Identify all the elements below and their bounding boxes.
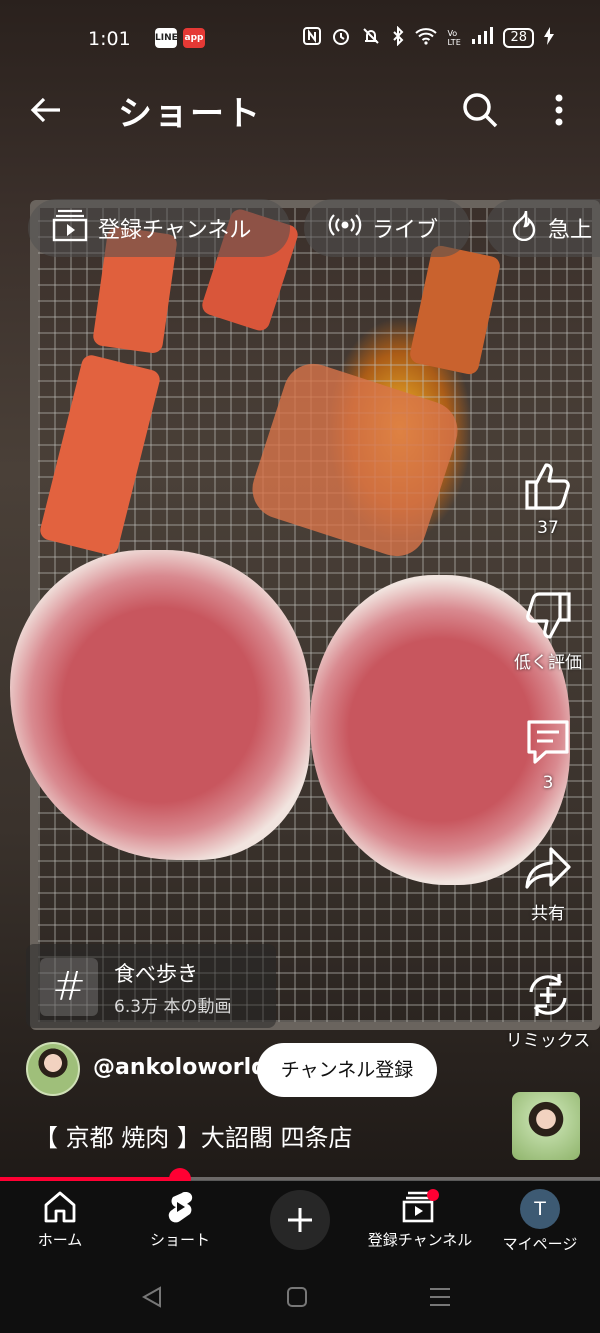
status-bar: 1:01 LINE app VoLTE 28	[0, 0, 600, 80]
subscriptions-icon	[360, 1189, 480, 1225]
alarm-icon	[331, 26, 351, 50]
thumbs-up-icon	[498, 460, 598, 512]
hashtag-name: 食べ歩き	[114, 962, 198, 986]
nav-label: マイページ	[502, 1235, 578, 1253]
search-icon[interactable]	[458, 88, 502, 132]
nav-label: ショート	[149, 1231, 210, 1249]
chip-label: ライブ	[372, 218, 439, 243]
video-title[interactable]: 【 京都 焼肉 】大詔閣 四条店	[34, 1118, 353, 1153]
nav-mypage[interactable]: T マイページ	[480, 1189, 600, 1254]
share-label: 共有	[531, 904, 565, 924]
wifi-icon	[415, 27, 438, 49]
dislike-button[interactable]: 低く評価	[498, 590, 598, 673]
filter-chips: 登録チャンネル ライブ 急上	[28, 199, 600, 259]
system-home-icon[interactable]	[286, 1286, 308, 1312]
signal-icon	[471, 27, 494, 49]
back-arrow-icon[interactable]	[26, 90, 66, 130]
home-icon	[0, 1189, 120, 1225]
system-recents-icon[interactable]	[428, 1286, 452, 1312]
channel-handle[interactable]: @ankoloworld	[93, 1055, 267, 1080]
battery-level: 28	[503, 28, 534, 48]
hashtag-video-count: 6.3万 本の動画	[114, 997, 232, 1017]
remix-icon	[498, 970, 598, 1020]
thumbs-down-icon	[498, 590, 598, 642]
create-icon	[270, 1208, 330, 1254]
nav-shorts[interactable]: ショート	[120, 1189, 240, 1250]
like-button[interactable]: 37	[498, 460, 598, 538]
share-icon	[498, 843, 598, 893]
line-icon: LINE	[155, 28, 178, 48]
creator-thumbnail[interactable]	[512, 1092, 580, 1160]
chip-live[interactable]: ライブ	[304, 199, 470, 257]
nav-home[interactable]: ホーム	[0, 1189, 120, 1250]
more-vert-icon[interactable]	[544, 88, 574, 132]
nav-label: 登録チャンネル	[367, 1231, 473, 1249]
remix-button[interactable]: リミックス	[498, 970, 598, 1051]
comment-icon	[498, 717, 598, 767]
create-button[interactable]	[270, 1190, 330, 1250]
chip-label: 急上	[548, 218, 593, 243]
status-app-icons: LINE app	[155, 28, 205, 48]
comment-count: 3	[542, 773, 554, 793]
remix-label: リミックス	[505, 1031, 591, 1051]
nfc-icon	[303, 27, 322, 49]
system-navigation	[0, 1261, 600, 1333]
app-header: ショート	[0, 80, 600, 140]
bluetooth-icon	[391, 25, 405, 50]
app-icon: app	[183, 28, 205, 48]
mute-icon	[361, 26, 381, 50]
nav-subscriptions[interactable]: 登録チャンネル	[360, 1189, 480, 1250]
subscribe-button[interactable]: チャンネル登録	[257, 1043, 437, 1097]
status-indicators: VoLTE 28	[303, 25, 554, 50]
hashtag-card[interactable]: # 食べ歩き 6.3万 本の動画	[26, 944, 276, 1028]
charging-icon	[544, 27, 554, 49]
system-back-icon[interactable]	[140, 1285, 164, 1313]
status-time: 1:01	[88, 28, 131, 50]
nav-label: ホーム	[37, 1231, 83, 1249]
trending-icon	[510, 209, 538, 247]
volte-label: VoLTE	[447, 29, 461, 47]
chip-subscriptions[interactable]: 登録チャンネル	[28, 199, 290, 257]
dislike-label: 低く評価	[514, 653, 582, 673]
chip-trending[interactable]: 急上	[486, 199, 600, 257]
comments-button[interactable]: 3	[498, 717, 598, 793]
like-count: 37	[537, 518, 559, 538]
chip-label: 登録チャンネル	[98, 218, 252, 243]
hashtag-icon: #	[40, 958, 98, 1016]
shorts-icon	[120, 1189, 240, 1225]
channel-avatar[interactable]	[26, 1042, 80, 1096]
bottom-navigation: ホーム ショート 登録チャンネル T マイページ	[0, 1181, 600, 1261]
page-title: ショート	[118, 94, 262, 134]
live-icon	[328, 213, 362, 243]
avatar: T	[520, 1189, 560, 1229]
share-button[interactable]: 共有	[498, 843, 598, 924]
subscriptions-icon	[52, 208, 88, 248]
